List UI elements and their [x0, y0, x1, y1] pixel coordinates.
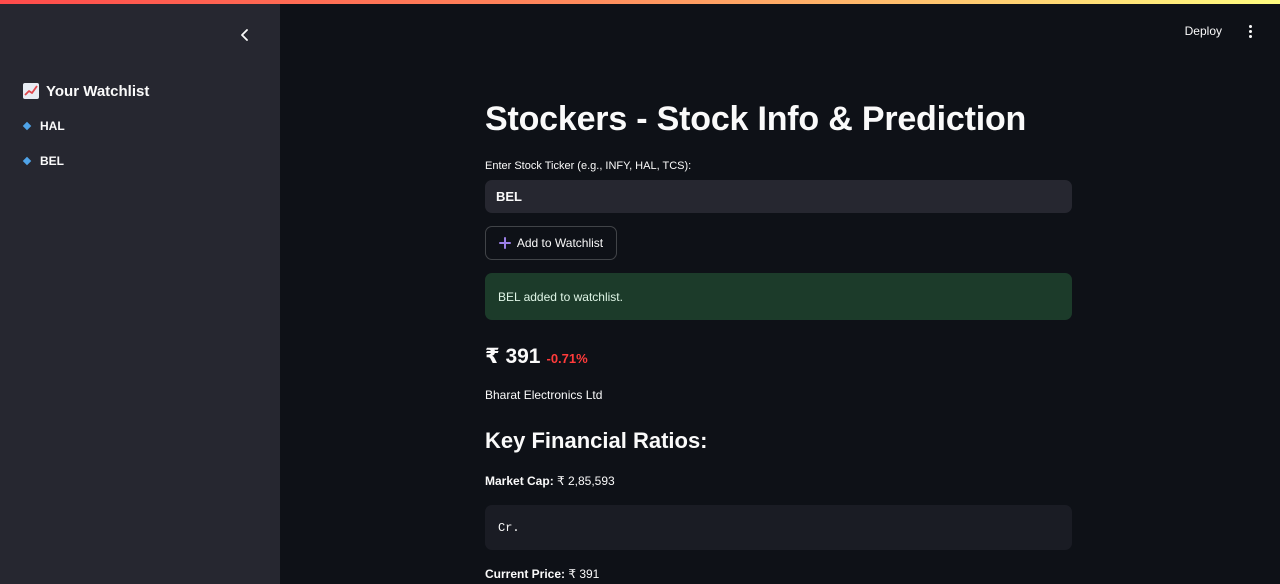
stock-price: ₹ 391 — [485, 345, 541, 368]
page-title: Stockers - Stock Info & Prediction — [485, 100, 1027, 138]
plus-icon — [498, 237, 511, 249]
company-name: Bharat Electronics Ltd — [485, 388, 603, 402]
watchlist-item-label: HAL — [40, 119, 65, 133]
market-cap-unit-code: Cr. — [485, 505, 1072, 550]
watchlist-item-hal[interactable]: HAL — [22, 119, 65, 133]
add-to-watchlist-button[interactable]: Add to Watchlist — [485, 226, 617, 260]
kebab-menu-icon[interactable] — [1244, 22, 1256, 40]
market-cap-label: Market Cap: — [485, 474, 554, 488]
current-price-value: ₹ 391 — [565, 567, 600, 581]
deploy-button[interactable]: Deploy — [1185, 24, 1222, 38]
success-message: BEL added to watchlist. — [498, 289, 623, 304]
ratios-heading: Key Financial Ratios: — [485, 428, 708, 453]
ticker-input-label: Enter Stock Ticker (e.g., INFY, HAL, TCS… — [485, 160, 692, 172]
watchlist-title-text: Your Watchlist — [46, 82, 150, 100]
price-change: -0.71% — [546, 351, 588, 366]
collapse-sidebar-button[interactable] — [234, 24, 256, 46]
market-cap-value: ₹ 2,85,593 — [553, 474, 615, 488]
chart-increasing-icon — [23, 83, 39, 99]
ticker-input[interactable] — [485, 180, 1072, 213]
diamond-icon — [22, 156, 32, 166]
success-alert: BEL added to watchlist. — [485, 273, 1072, 320]
watchlist-title: Your Watchlist — [22, 82, 149, 100]
header-accent-bar — [0, 0, 1280, 4]
watchlist-item-bel[interactable]: BEL — [22, 154, 64, 168]
market-cap-unit: Cr. — [498, 520, 520, 535]
sidebar: Your Watchlist HAL BEL — [0, 0, 280, 584]
add-to-watchlist-label: Add to Watchlist — [516, 236, 604, 250]
diamond-icon — [22, 121, 32, 131]
header-actions: Deploy — [1185, 22, 1256, 40]
market-cap-line: Market Cap: ₹ 2,85,593 — [485, 474, 615, 488]
price-metric: ₹ 391 -0.71% — [485, 344, 588, 369]
watchlist-item-label: BEL — [40, 154, 64, 168]
current-price-line: Current Price: ₹ 391 — [485, 567, 599, 581]
chevron-left-icon — [241, 29, 248, 41]
current-price-label: Current Price: — [485, 567, 566, 581]
